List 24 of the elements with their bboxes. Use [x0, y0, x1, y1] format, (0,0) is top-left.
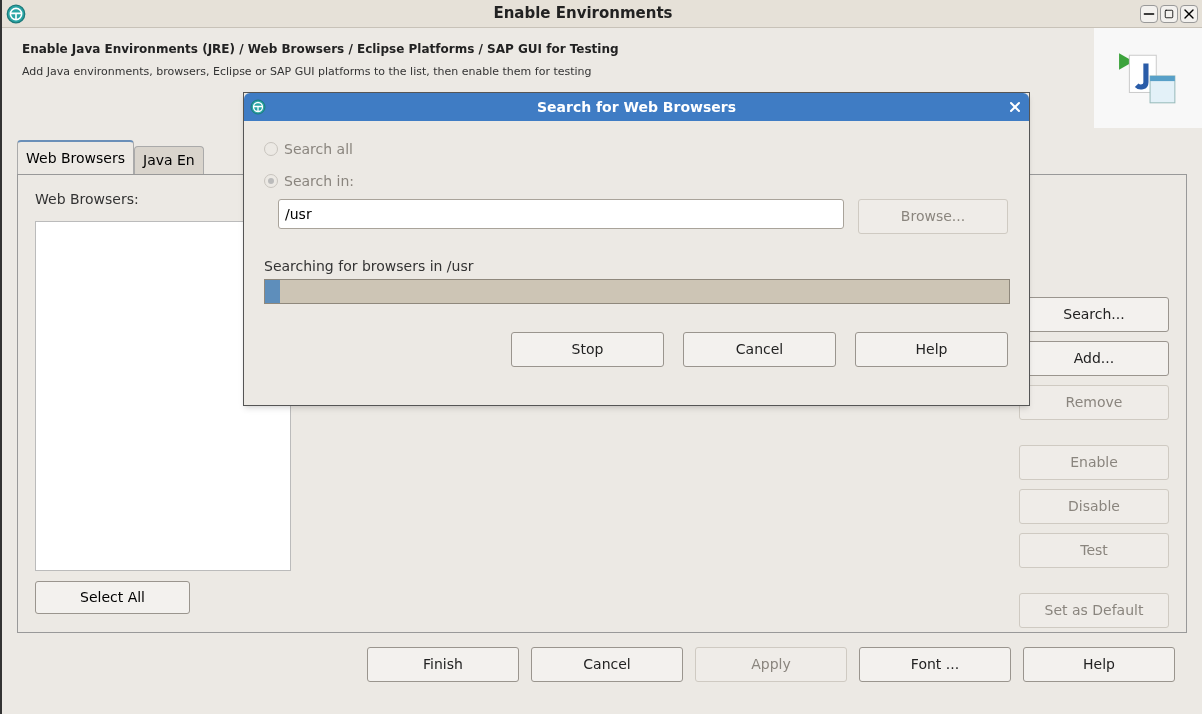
select-all-button[interactable]: Select All — [35, 581, 190, 614]
tab[interactable]: Java En — [134, 146, 204, 174]
header-title: Enable Java Environments (JRE) / Web Browsers / Eclipse Platforms / SAP GUI for Testing — [22, 41, 620, 58]
action-button[interactable]: Stop — [511, 332, 664, 367]
action-button[interactable]: Help — [1023, 647, 1175, 682]
radio-label: Search all — [284, 139, 353, 159]
window-title: Enable Environments — [492, 3, 674, 25]
list-label: Web Browsers: — [35, 190, 140, 209]
radio-label: Search in: — [284, 171, 355, 191]
maximize-icon[interactable] — [1160, 4, 1178, 23]
minimize-icon[interactable] — [1140, 4, 1158, 23]
action-button[interactable]: Help — [855, 332, 1008, 367]
action-button[interactable]: Cancel — [531, 647, 683, 682]
path-field[interactable]: /usr — [278, 199, 844, 229]
action-button[interactable]: Font ... — [859, 647, 1011, 682]
header-description: Add Java environments, browsers, Eclipse or SAP GUI platforms to the list, then enable them for testing — [22, 64, 593, 80]
app-icon — [250, 99, 266, 115]
tab[interactable]: Web Browsers — [17, 140, 134, 174]
status-text: Searching for browsers in /usr — [264, 257, 475, 276]
dialog-title: Search for Web Browsers — [535, 97, 738, 117]
app-icon — [6, 3, 26, 24]
action-button[interactable]: Finish — [367, 647, 519, 682]
close-icon[interactable] — [1180, 4, 1198, 23]
action-button[interactable]: Cancel — [683, 332, 836, 367]
